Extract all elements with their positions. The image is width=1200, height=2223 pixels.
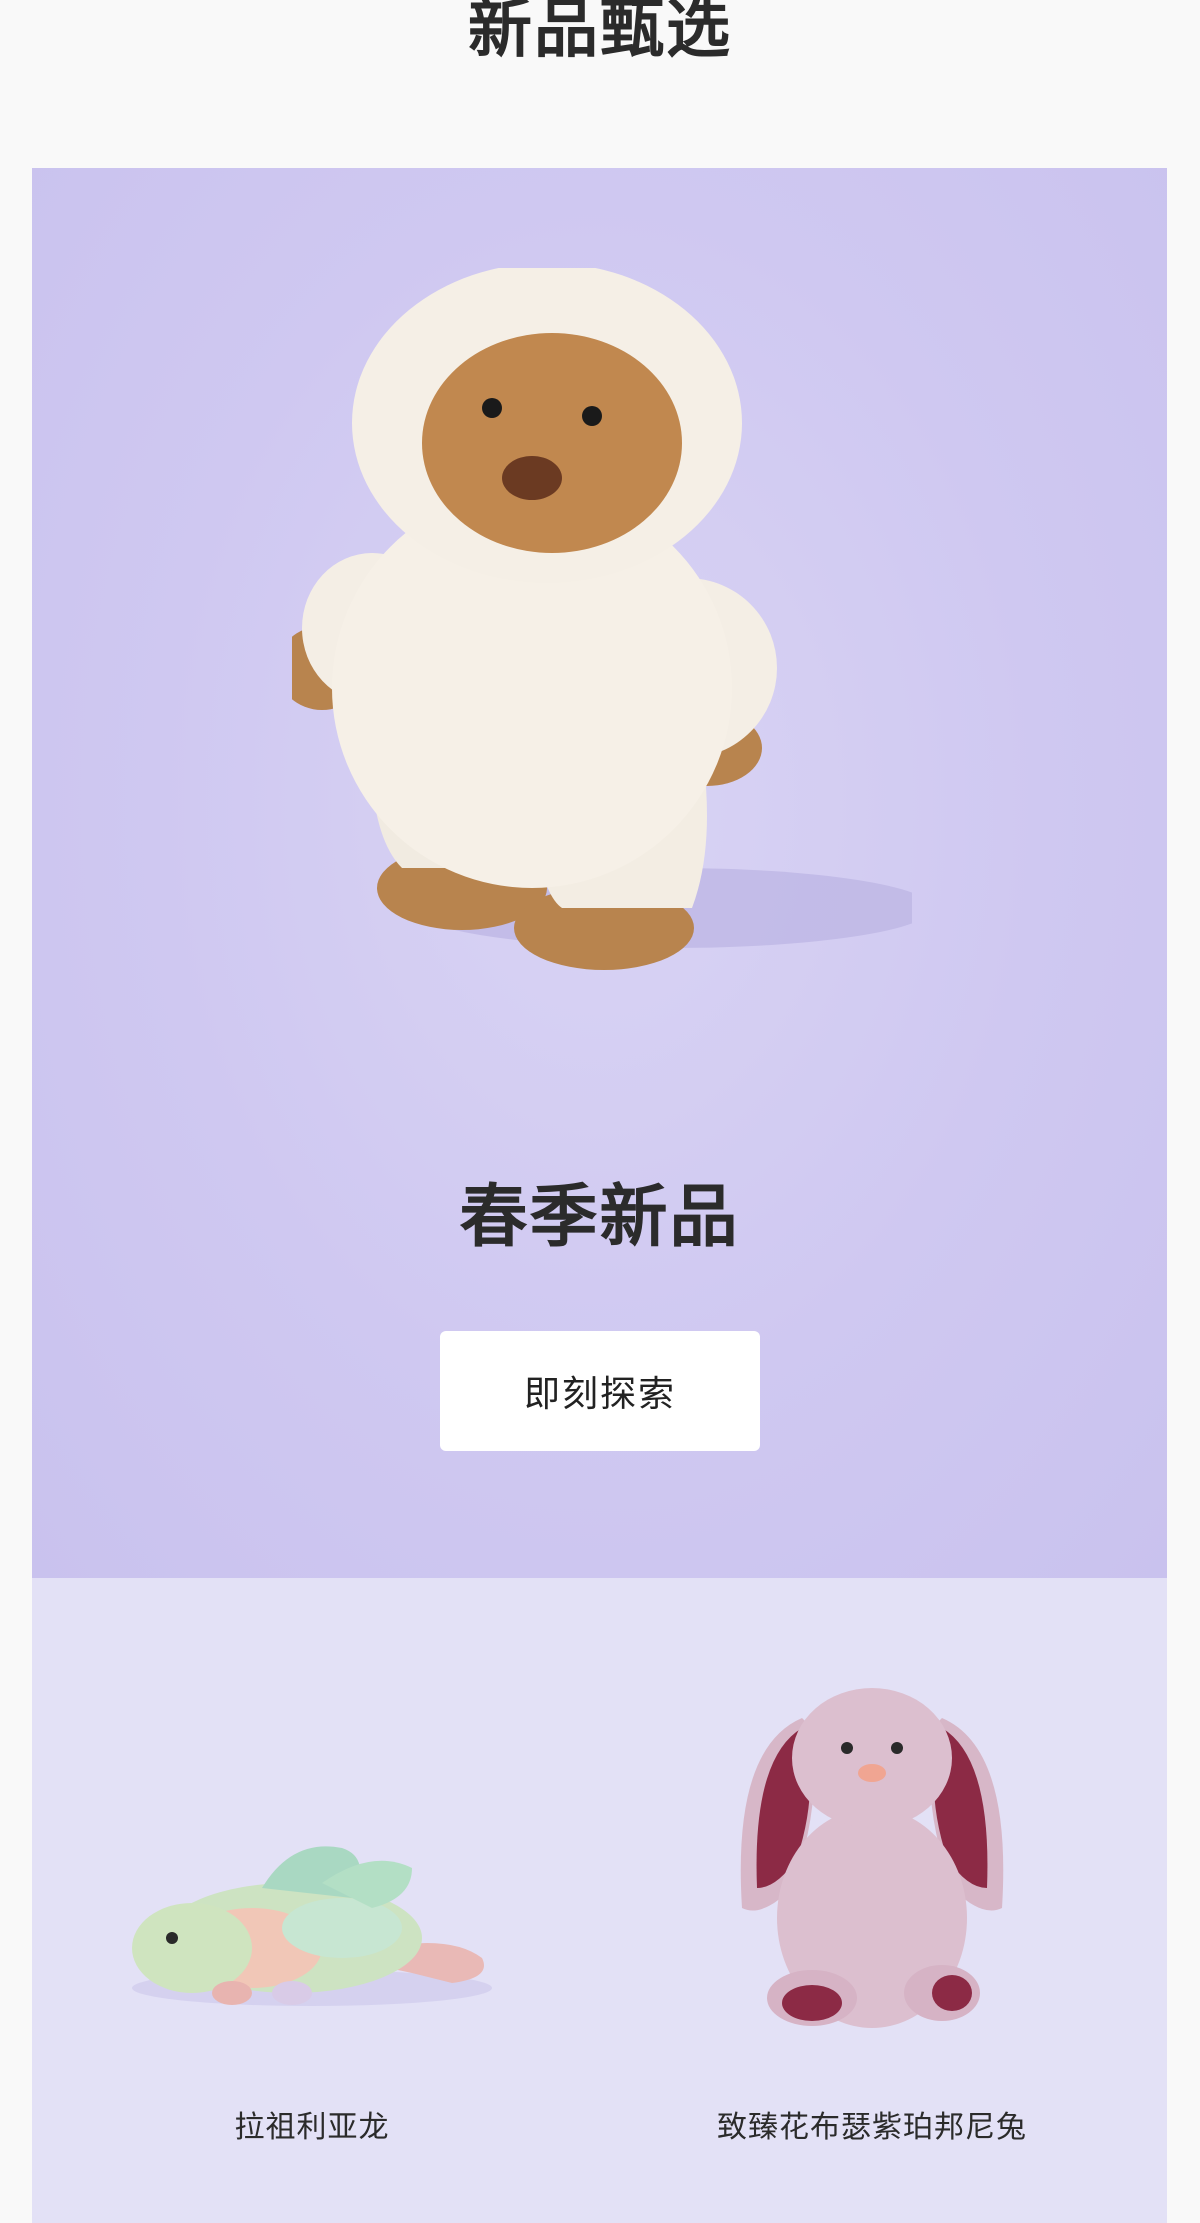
hero-heading: 春季新品 <box>459 1178 740 1257</box>
product-name[interactable]: 致臻花布瑟紫珀邦尼兔 <box>592 2108 1152 2148</box>
teddy-bear-image[interactable] <box>292 268 912 988</box>
hero-banner[interactable]: 春季新品 即刻探索 <box>32 168 1167 1578</box>
product-card[interactable]: 拉祖利亚龙 <box>32 1578 592 2223</box>
product-name[interactable]: 拉祖利亚龙 <box>32 2108 592 2148</box>
bunny-plush-image[interactable] <box>672 1658 1072 2038</box>
dragon-plush-image[interactable] <box>112 1658 512 2038</box>
product-card[interactable]: 致臻花布瑟紫珀邦尼兔 <box>592 1578 1152 2223</box>
explore-now-button[interactable]: 即刻探索 <box>440 1331 760 1451</box>
product-grid: 拉祖利亚龙 致臻花布瑟紫珀邦尼兔 <box>32 1578 1167 2223</box>
section-title: 新品甄选 <box>468 0 732 67</box>
